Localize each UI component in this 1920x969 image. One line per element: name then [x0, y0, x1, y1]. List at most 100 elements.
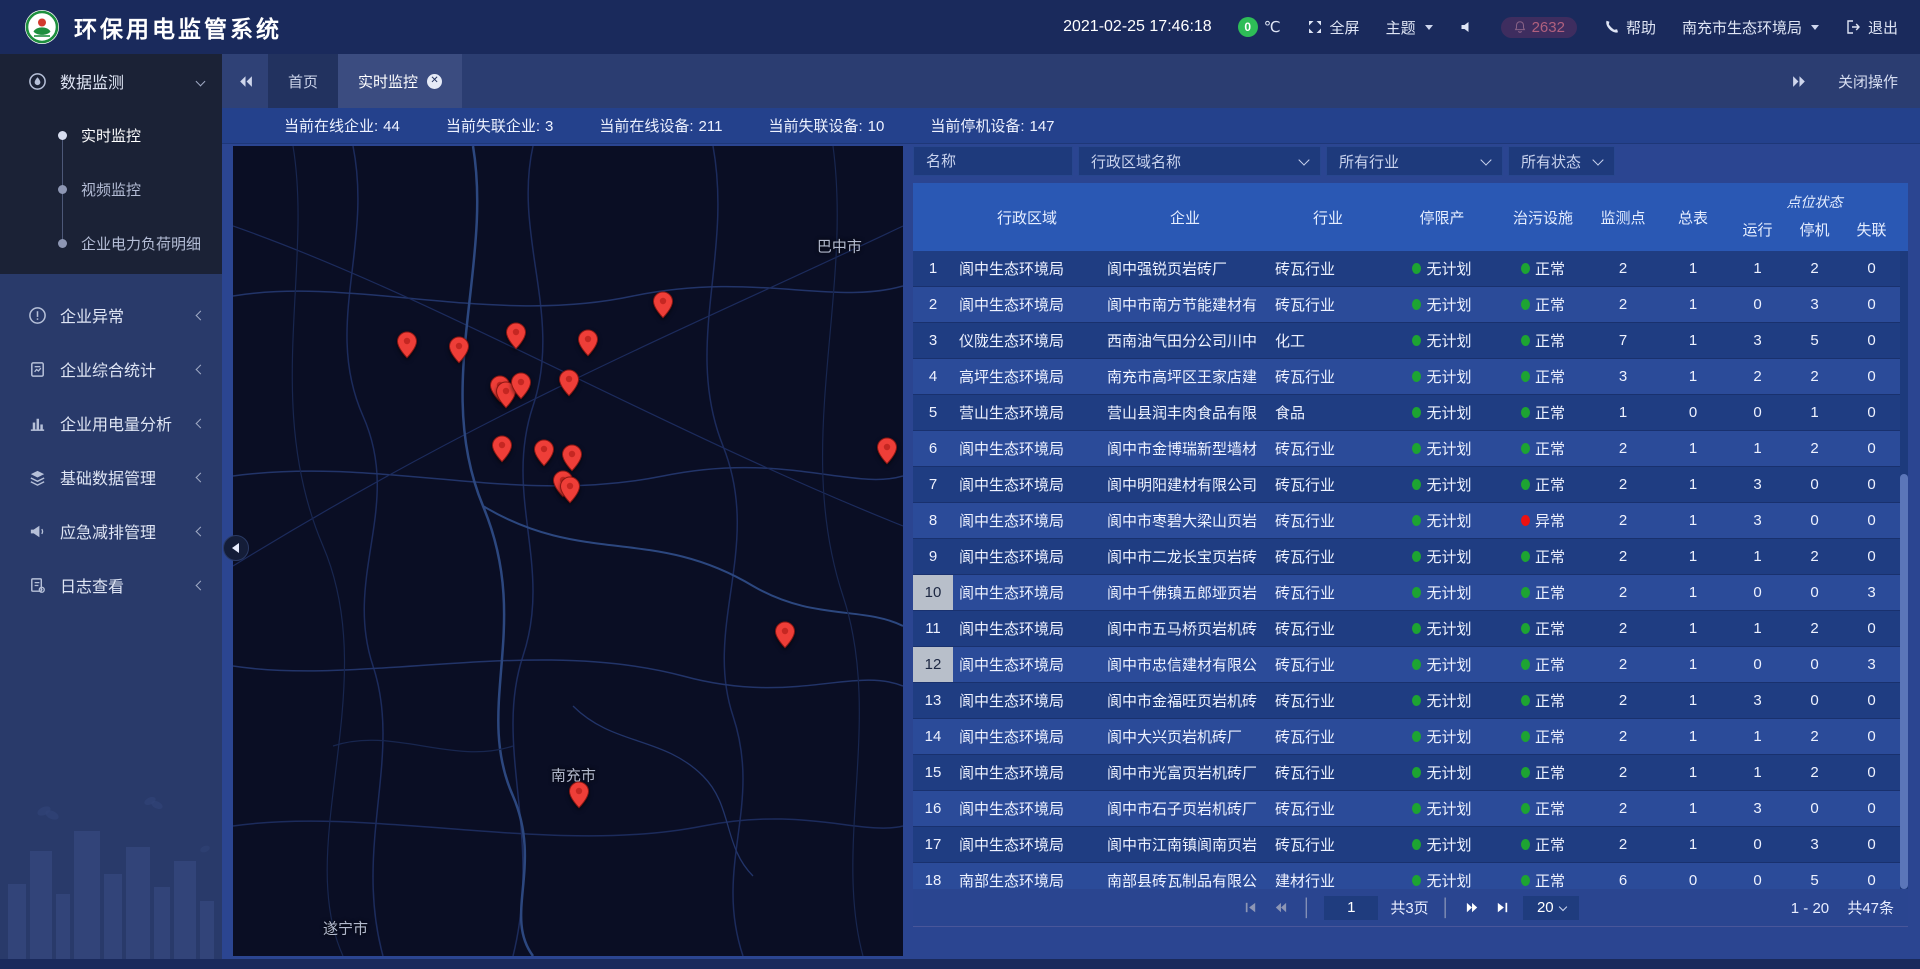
sidebar-subitem[interactable]: 视频监控 [0, 162, 222, 216]
cell-facility-status: 正常 [1497, 546, 1589, 567]
prev-page-button[interactable] [1272, 899, 1290, 917]
map-panel[interactable]: 巴中市南充市遂宁市 [233, 146, 903, 956]
table-row[interactable]: 15阆中生态环境局阆中市光富页岩机砖厂砖瓦行业无计划正常21120 [913, 755, 1908, 791]
fullscreen-button[interactable]: 全屏 [1307, 17, 1360, 38]
region-select[interactable]: 行政区域名称 [1078, 146, 1321, 176]
logout-icon [1845, 19, 1861, 35]
page-number-input[interactable] [1324, 896, 1378, 920]
tab-realtime-monitor[interactable]: 实时监控 ✕ [338, 54, 462, 108]
cell-total-meters: 1 [1657, 296, 1729, 313]
table-row[interactable]: 6阆中生态环境局阆中市金博瑞新型墙材砖瓦行业无计划正常21120 [913, 431, 1908, 467]
temperature-unit: ℃ [1264, 18, 1281, 36]
status-dot [1521, 371, 1530, 382]
industry-select[interactable]: 所有行业 [1326, 146, 1503, 176]
map-pin-icon[interactable] [562, 444, 583, 472]
cell-stopped: 2 [1786, 368, 1843, 385]
company-stats-icon [28, 360, 47, 379]
sidebar-group: 企业综合统计 [0, 342, 222, 396]
tabs-scroll-right-button[interactable] [1791, 73, 1808, 90]
map-pin-icon[interactable] [505, 322, 526, 350]
table-row[interactable]: 11阆中生态环境局阆中市五马桥页岩机砖砖瓦行业无计划正常21120 [913, 611, 1908, 647]
table-row[interactable]: 17阆中生态环境局阆中市江南镇阆南页岩砖瓦行业无计划正常21030 [913, 827, 1908, 863]
sidebar-item-4[interactable]: 基础数据管理 [0, 450, 222, 504]
table-row[interactable]: 8阆中生态环境局阆中市枣碧大梁山页岩砖瓦行业无计划异常21300 [913, 503, 1908, 539]
next-page-button[interactable] [1463, 899, 1481, 917]
last-page-button[interactable] [1493, 899, 1511, 917]
help-button[interactable]: 帮助 [1603, 17, 1656, 38]
cell-total-meters: 1 [1657, 368, 1729, 385]
table-row[interactable]: 18南部生态环境局南部县砖瓦制品有限公建材行业无计划正常60050 [913, 863, 1908, 889]
map-pin-icon[interactable] [578, 329, 599, 357]
org-selector[interactable]: 南充市生态环境局 [1682, 17, 1819, 38]
sidebar-subitem[interactable]: 企业电力负荷明细 [0, 216, 222, 270]
cell-offline: 0 [1843, 440, 1900, 457]
map-pin-icon[interactable] [397, 331, 418, 359]
cell-stopped: 2 [1786, 764, 1843, 781]
table-row[interactable]: 13阆中生态环境局阆中市金福旺页岩机砖砖瓦行业无计划正常21300 [913, 683, 1908, 719]
map-pin-icon[interactable] [876, 437, 897, 465]
sidebar-subitem[interactable]: 实时监控 [0, 108, 222, 162]
status-dot [1521, 839, 1530, 850]
sidebar-item-1[interactable]: 企业异常 [0, 288, 222, 342]
map-pin-icon[interactable] [775, 621, 796, 649]
sidebar-item-5[interactable]: 应急减排管理 [0, 504, 222, 558]
sidebar-submenu: 实时监控视频监控企业电力负荷明细 [0, 108, 222, 274]
map-pin-icon[interactable] [511, 372, 532, 400]
column-index [913, 183, 953, 251]
tab-home[interactable]: 首页 [268, 54, 338, 108]
cell-monitor-points: 3 [1589, 368, 1657, 385]
table-row[interactable]: 4高坪生态环境局南充市高坪区王家店建砖瓦行业无计划正常31220 [913, 359, 1908, 395]
close-operations-button[interactable]: 关闭操作 [1838, 71, 1898, 92]
table-row[interactable]: 2阆中生态环境局阆中市南方节能建材有砖瓦行业无计划正常21030 [913, 287, 1908, 323]
table-row[interactable]: 14阆中生态环境局阆中大兴页岩机砖厂砖瓦行业无计划正常21120 [913, 719, 1908, 755]
map-pin-icon[interactable] [492, 435, 513, 463]
page-size-select[interactable]: 20 [1523, 896, 1579, 920]
cell-running: 3 [1729, 332, 1786, 349]
map-pin-icon[interactable] [653, 291, 674, 319]
status-dot [1412, 695, 1421, 706]
cell-stopped: 0 [1786, 800, 1843, 817]
cell-industry: 食品 [1269, 402, 1387, 423]
map-collapse-handle[interactable] [223, 535, 249, 561]
logout-button[interactable]: 退出 [1845, 17, 1898, 38]
data-monitor-icon [28, 72, 47, 91]
map-pin-icon[interactable] [449, 336, 470, 364]
mute-button[interactable] [1459, 19, 1475, 35]
cell-industry: 砖瓦行业 [1269, 690, 1387, 711]
table-row[interactable]: 12阆中生态环境局阆中市忠信建材有限公砖瓦行业无计划正常21003 [913, 647, 1908, 683]
notification-badge[interactable]: 2632 [1501, 17, 1577, 38]
table-scrollbar[interactable] [1900, 251, 1908, 889]
cell-total-meters: 1 [1657, 620, 1729, 637]
table-row[interactable]: 1阆中生态环境局阆中强锐页岩砖厂砖瓦行业无计划正常21120 [913, 251, 1908, 287]
table-row[interactable]: 16阆中生态环境局阆中市石子页岩机砖厂砖瓦行业无计划正常21300 [913, 791, 1908, 827]
theme-button[interactable]: 主题 [1386, 17, 1433, 38]
tab-close-icon[interactable]: ✕ [427, 74, 442, 89]
scrollbar-thumb[interactable] [1900, 474, 1908, 889]
status-select[interactable]: 所有状态 [1508, 146, 1615, 176]
sidebar-item-6[interactable]: 日志查看 [0, 558, 222, 612]
cell-total-meters: 1 [1657, 512, 1729, 529]
table-row[interactable]: 7阆中生态环境局阆中明阳建材有限公司砖瓦行业无计划正常21300 [913, 467, 1908, 503]
map-pin-icon[interactable] [533, 439, 554, 467]
map-pin-icon[interactable] [569, 781, 590, 809]
stat-item: 当前失联企业:3 [446, 115, 554, 136]
table-row[interactable]: 5营山生态环境局营山县润丰肉食品有限食品无计划正常10010 [913, 395, 1908, 431]
name-search-input[interactable] [913, 146, 1073, 176]
cell-running: 3 [1729, 512, 1786, 529]
sidebar-item-3[interactable]: 企业用电量分析 [0, 396, 222, 450]
sidebar-item-0[interactable]: 数据监测 [0, 54, 222, 108]
table-row[interactable]: 10阆中生态环境局阆中千佛镇五郎垭页岩砖瓦行业无计划正常21003 [913, 575, 1908, 611]
table-row[interactable]: 3仪陇生态环境局西南油气田分公司川中化工无计划正常71350 [913, 323, 1908, 359]
chevron-down-icon [1480, 154, 1491, 165]
table-row[interactable]: 9阆中生态环境局阆中市二龙长宝页岩砖砖瓦行业无计划正常21120 [913, 539, 1908, 575]
bullet-icon [58, 185, 67, 194]
sidebar-item-label: 企业综合统计 [60, 357, 197, 381]
map-pin-icon[interactable] [558, 369, 579, 397]
first-page-button[interactable] [1242, 899, 1260, 917]
cell-monitor-points: 2 [1589, 296, 1657, 313]
tabs-scroll-left-button[interactable] [222, 54, 268, 108]
sidebar-item-2[interactable]: 企业综合统计 [0, 342, 222, 396]
cell-production-status: 无计划 [1387, 438, 1497, 459]
cell-region: 营山生态环境局 [953, 402, 1101, 423]
map-pin-icon[interactable] [560, 476, 581, 504]
